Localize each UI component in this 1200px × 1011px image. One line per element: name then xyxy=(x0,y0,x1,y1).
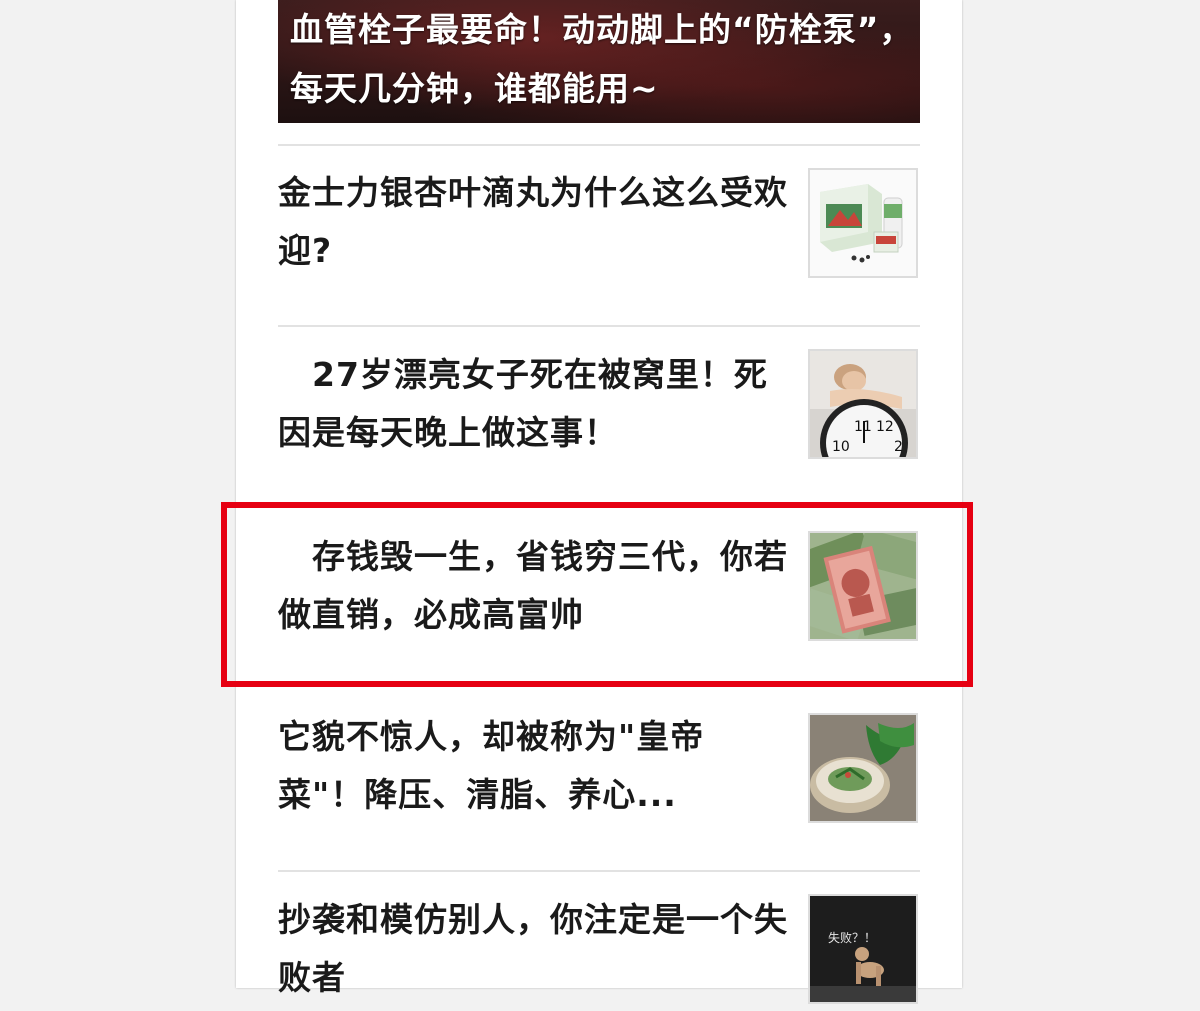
article-title: 金士力银杏叶滴丸为什么这么受欢迎? xyxy=(278,173,788,270)
article-feed: 血管栓子最要命！动动脚上的“防栓泵”，每天几分钟，谁都能用~ 金士力银杏叶滴丸为… xyxy=(236,0,962,1004)
divider xyxy=(278,870,920,872)
list-item[interactable]: 存钱毁一生，省钱穷三代，你若做直销，必成高富帅 xyxy=(278,528,920,648)
list-item[interactable]: 金士力银杏叶滴丸为什么这么受欢迎? xyxy=(278,164,920,284)
article-title: 抄袭和模仿别人，你注定是一个失败者 xyxy=(278,900,788,997)
svg-text:12: 12 xyxy=(876,419,894,435)
divider xyxy=(278,325,920,327)
hero-banner[interactable]: 血管栓子最要命！动动脚上的“防栓泵”，每天几分钟，谁都能用~ xyxy=(278,0,920,123)
list-item[interactable]: 它貌不惊人，却被称为"皇帝菜"！降压、清脂、养心... xyxy=(278,708,920,848)
list-item[interactable]: 27岁漂亮女子死在被窝里！死因是每天晚上做这事！ 10 11 12 2 xyxy=(278,346,920,466)
sleeping-woman-clock-icon: 10 11 12 2 xyxy=(808,349,918,459)
thumb-caption: 失败？！ xyxy=(828,930,876,945)
medicine-box-icon xyxy=(808,168,918,278)
money-banknotes-icon xyxy=(808,531,918,641)
divider xyxy=(278,144,920,146)
svg-text:10: 10 xyxy=(832,439,850,455)
svg-text:2: 2 xyxy=(894,439,903,455)
svg-text:11: 11 xyxy=(854,419,872,435)
hero-title: 血管栓子最要命！动动脚上的“防栓泵”，每天几分钟，谁都能用~ xyxy=(290,10,914,108)
article-title: 存钱毁一生，省钱穷三代，你若做直销，必成高富帅 xyxy=(278,537,788,634)
list-item[interactable]: 抄袭和模仿别人，你注定是一个失败者 失败？！ xyxy=(278,891,920,1011)
vegetable-dish-icon xyxy=(808,713,918,823)
article-title: 27岁漂亮女子死在被窝里！死因是每天晚上做这事！ xyxy=(278,355,768,452)
article-title: 它貌不惊人，却被称为"皇帝菜"！降压、清脂、养心... xyxy=(278,717,705,814)
